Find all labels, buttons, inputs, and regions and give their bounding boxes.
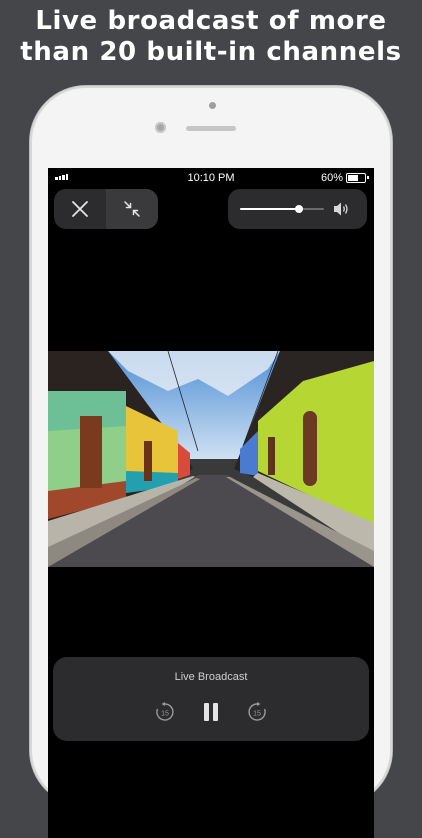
street-photo [48,351,374,567]
promo-headline: Live broadcast of more than 20 built-in … [0,6,422,68]
forward-seconds-label: 15 [253,711,261,718]
status-bar: 10:10 PM 60% [48,168,374,188]
phone-frame: 10:10 PM 60% Live Broadcast 15 15 [30,86,392,838]
battery-tip [367,176,369,179]
rewind-seconds-label: 15 [161,711,169,718]
speaker-volume-icon[interactable] [332,200,352,218]
now-playing-title: Live Broadcast [174,671,248,683]
close-icon [72,201,88,217]
minimize-arrows-icon [124,201,140,217]
video-frame[interactable] [48,351,374,567]
exit-fullscreen-button[interactable] [106,189,158,229]
pause-button[interactable] [196,697,226,727]
forward-15-icon: 15 [248,702,266,721]
phone-screen: 10:10 PM 60% Live Broadcast 15 15 [48,168,374,838]
rewind-15-icon: 15 [156,702,174,721]
player-controls-panel: Live Broadcast 15 15 [53,657,369,741]
volume-control [228,189,367,229]
front-camera [155,122,166,133]
volume-slider[interactable] [240,205,324,213]
volume-slider-thumb[interactable] [294,205,303,213]
pause-icon [204,703,218,721]
close-button[interactable] [54,189,106,229]
battery-icon [346,173,366,183]
battery-percentage: 60% [320,172,343,184]
forward-15-button[interactable]: 15 [242,697,272,727]
headline-line-1: Live broadcast of more [35,6,387,36]
window-controls [54,189,158,229]
rewind-15-button[interactable]: 15 [150,697,180,727]
earpiece-speaker [186,126,236,131]
headline-line-2: than 20 built-in channels [20,37,402,67]
sensor-dot [209,102,216,109]
